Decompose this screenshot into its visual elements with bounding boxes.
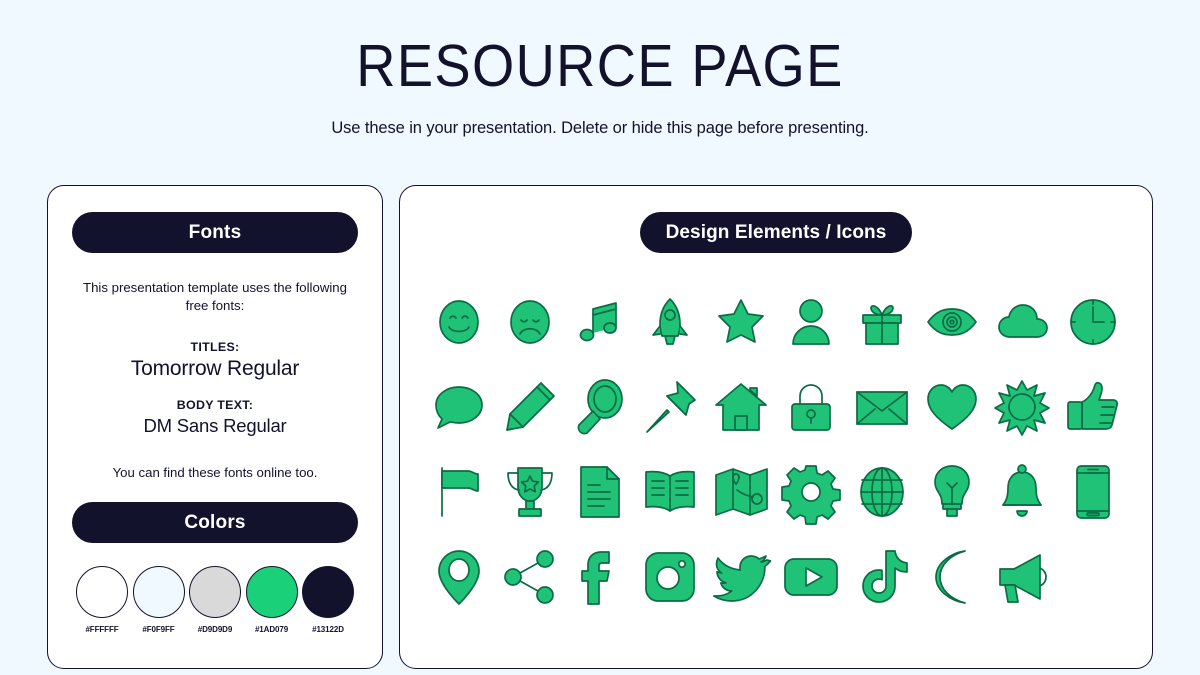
titles-font-block: TITLES: Tomorrow Regular [72,340,358,381]
titles-font-name: Tomorrow Regular [130,357,300,381]
color-swatch-hex-label: #D9D9D9 [197,625,233,635]
color-swatch-hex-label: #F0F9FF [142,625,175,635]
colors-heading-label: Colors [184,512,246,534]
fonts-outro-text: You can find these fonts online too. [112,465,318,481]
phone-icon[interactable] [1064,463,1122,521]
share-icon[interactable] [501,548,559,606]
fonts-heading-pill: Fonts [72,212,358,253]
smiley-face-icon[interactable] [430,293,488,351]
fonts-intro-text: This presentation template uses the foll… [83,280,347,314]
colors-heading-pill: Colors [72,502,358,544]
color-swatch-hex-label: #13122D [312,625,344,635]
gear-icon[interactable] [781,463,842,525]
lightbulb-icon[interactable] [923,463,981,521]
music-note-icon[interactable] [571,293,629,351]
facebook-icon[interactable] [571,548,629,606]
thumbs-up-icon[interactable] [1064,378,1122,436]
color-swatch-hex-label: #1AD079 [254,625,289,635]
speech-bubble-icon[interactable] [430,378,488,436]
fonts-heading-label: Fonts [188,222,242,243]
instagram-icon[interactable] [641,548,699,606]
color-swatch-list: #FFFFFF #F0F9FF #D9D9D9 #1AD079 #13122D [72,566,358,634]
sun-icon[interactable] [993,378,1051,436]
house-icon[interactable] [712,378,770,436]
color-swatch: #D9D9D9 [189,566,241,634]
book-icon[interactable] [641,463,699,521]
location-pin-icon[interactable] [430,548,488,606]
globe-icon[interactable] [853,463,911,521]
design-elements-card: Design Elements / Icons [399,185,1153,669]
color-swatch-dot [76,566,128,619]
magnifier-icon[interactable] [571,378,629,436]
color-swatch-dot [302,566,354,619]
gift-icon[interactable] [853,293,911,351]
flag-icon[interactable] [430,463,488,521]
twitter-icon[interactable] [712,548,772,606]
tiktok-icon[interactable] [853,548,911,606]
youtube-icon[interactable] [782,548,840,606]
icon-grid [424,279,1128,619]
pushpin-icon[interactable] [641,378,699,436]
eye-icon[interactable] [923,293,981,351]
color-swatch-hex-label: #FFFFFF [85,625,119,635]
lock-icon[interactable] [782,378,840,436]
person-icon[interactable] [782,293,840,351]
trophy-icon[interactable] [501,463,559,521]
rocket-icon[interactable] [641,293,699,351]
document-icon[interactable] [571,463,629,521]
megaphone-icon[interactable] [993,548,1051,606]
map-icon[interactable] [712,463,770,521]
color-swatch: #1AD079 [245,566,298,635]
page-title: RESOURCE PAGE [356,33,844,99]
page-subtitle: Use these in your presentation. Delete o… [331,118,869,137]
cloud-icon[interactable] [993,293,1051,351]
body-font-name: DM Sans Regular [143,415,287,437]
clock-icon[interactable] [1064,293,1122,351]
bell-icon[interactable] [993,463,1051,521]
heart-icon[interactable] [923,378,981,436]
fonts-and-colors-card: Fonts This presentation template uses th… [47,185,383,669]
titles-font-label: TITLES: [190,340,240,355]
body-font-label: BODY TEXT: [176,398,254,413]
color-swatch: #F0F9FF [132,566,185,635]
color-swatch-dot [245,566,298,619]
colors-section: Colors #FFFFFF #F0F9FF #D9D9D9 #1AD079 #1312… [72,502,358,634]
content-area: Fonts This presentation template uses th… [47,185,1153,669]
color-swatch: #FFFFFF [76,566,128,634]
icons-heading-label: Design Elements / Icons [665,222,887,243]
pencil-icon[interactable] [501,378,559,436]
color-swatch-dot [132,566,185,619]
body-font-block: BODY TEXT: DM Sans Regular [72,398,358,437]
icons-heading-pill: Design Elements / Icons [639,212,913,253]
sad-face-icon[interactable] [501,293,559,351]
envelope-icon[interactable] [853,378,911,436]
color-swatch: #13122D [302,566,354,634]
star-icon[interactable] [712,293,770,351]
color-swatch-dot [189,566,241,619]
moon-icon[interactable] [923,548,981,606]
